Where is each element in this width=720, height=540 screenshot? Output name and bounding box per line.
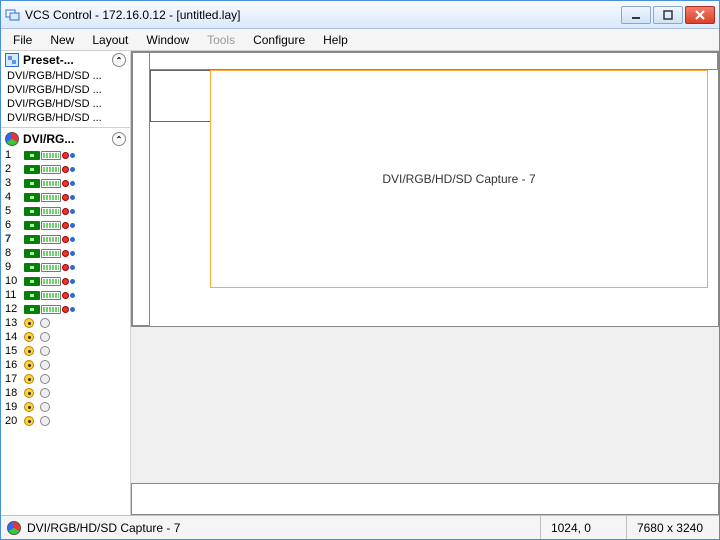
input-row[interactable]: 8 (1, 246, 130, 260)
preset-item[interactable]: DVI/RGB/HD/SD ... (1, 69, 130, 83)
status-coords: 1024, 0 (540, 516, 620, 539)
presets-header[interactable]: Preset-... ⌃ (1, 51, 130, 69)
input-row[interactable]: 17 (1, 372, 130, 386)
titlebar: VCS Control - 172.16.0.12 - [untitled.la… (1, 1, 719, 29)
ruler-horizontal (132, 52, 718, 70)
input-row[interactable]: 1 (1, 148, 130, 162)
dvi-connector-icon (24, 263, 75, 272)
canvas-area[interactable]: DVI/RGB/HD/SD Capture - 7 (131, 51, 719, 515)
dvi-connector-icon (24, 207, 75, 216)
rgb-icon (7, 521, 21, 535)
rca-connector-icon (24, 388, 50, 398)
inputs-header-label: DVI/RG... (23, 132, 108, 146)
input-row[interactable]: 18 (1, 386, 130, 400)
rca-connector-icon (24, 402, 50, 412)
dvi-connector-icon (24, 193, 75, 202)
input-row[interactable]: 3 (1, 176, 130, 190)
rca-connector-icon (24, 318, 50, 328)
chevron-up-icon: ⌃ (112, 132, 126, 146)
dvi-connector-icon (24, 151, 75, 160)
dvi-connector-icon (24, 291, 75, 300)
input-row[interactable]: 5 (1, 204, 130, 218)
input-row[interactable]: 2 (1, 162, 130, 176)
dvi-connector-icon (24, 277, 75, 286)
rgb-icon (5, 132, 19, 146)
input-row-selected[interactable]: 7 (1, 232, 130, 246)
capture-window[interactable]: DVI/RGB/HD/SD Capture - 7 (210, 70, 708, 288)
menu-file[interactable]: File (5, 31, 40, 49)
rca-connector-icon (24, 360, 50, 370)
window-title: VCS Control - 172.16.0.12 - [untitled.la… (25, 8, 621, 22)
dvi-connector-icon (24, 221, 75, 230)
menu-help[interactable]: Help (315, 31, 356, 49)
rca-connector-icon (24, 374, 50, 384)
input-row[interactable]: 15 (1, 344, 130, 358)
menu-layout[interactable]: Layout (84, 31, 136, 49)
dvi-connector-icon (24, 249, 75, 258)
app-icon (5, 7, 21, 23)
input-row[interactable]: 9 (1, 260, 130, 274)
input-row[interactable]: 4 (1, 190, 130, 204)
dvi-connector-icon (24, 235, 75, 244)
status-resolution: 7680 x 3240 (626, 516, 713, 539)
window-buttons (621, 6, 715, 24)
layout-stage[interactable]: DVI/RGB/HD/SD Capture - 7 (131, 51, 719, 327)
menu-configure[interactable]: Configure (245, 31, 313, 49)
rca-connector-icon (24, 332, 50, 342)
preset-item[interactable]: DVI/RGB/HD/SD ... (1, 97, 130, 111)
layout-icon (5, 53, 19, 67)
input-row[interactable]: 13 (1, 316, 130, 330)
presets-header-label: Preset-... (23, 53, 108, 67)
rca-connector-icon (24, 416, 50, 426)
input-row[interactable]: 16 (1, 358, 130, 372)
minimize-button[interactable] (621, 6, 651, 24)
inputs-header[interactable]: DVI/RG... ⌃ (1, 130, 130, 148)
close-button[interactable] (685, 6, 715, 24)
statusbar: DVI/RGB/HD/SD Capture - 7 1024, 0 7680 x… (1, 515, 719, 539)
chevron-up-icon: ⌃ (112, 53, 126, 67)
preset-item[interactable]: DVI/RGB/HD/SD ... (1, 83, 130, 97)
menu-new[interactable]: New (42, 31, 82, 49)
menu-window[interactable]: Window (138, 31, 197, 49)
input-row[interactable]: 19 (1, 400, 130, 414)
status-current: DVI/RGB/HD/SD Capture - 7 (27, 521, 180, 535)
dvi-connector-icon (24, 179, 75, 188)
capture-window-label: DVI/RGB/HD/SD Capture - 7 (382, 172, 535, 186)
preset-list: DVI/RGB/HD/SD ... DVI/RGB/HD/SD ... DVI/… (1, 69, 130, 125)
preview-bar (131, 483, 719, 515)
preset-item[interactable]: DVI/RGB/HD/SD ... (1, 111, 130, 125)
input-row[interactable]: 20 (1, 414, 130, 428)
input-row[interactable]: 11 (1, 288, 130, 302)
rca-connector-icon (24, 346, 50, 356)
menu-tools: Tools (199, 31, 243, 49)
input-row[interactable]: 12 (1, 302, 130, 316)
sidebar: Preset-... ⌃ DVI/RGB/HD/SD ... DVI/RGB/H… (1, 51, 131, 515)
input-row[interactable]: 6 (1, 218, 130, 232)
input-row[interactable]: 14 (1, 330, 130, 344)
menubar: File New Layout Window Tools Configure H… (1, 29, 719, 51)
dvi-connector-icon (24, 165, 75, 174)
divider (1, 127, 130, 128)
input-row[interactable]: 10 (1, 274, 130, 288)
ruler-vertical (132, 52, 150, 326)
app-window: VCS Control - 172.16.0.12 - [untitled.la… (0, 0, 720, 540)
dvi-connector-icon (24, 305, 75, 314)
inputs-list: 1 2 3 4 5 6 7 8 9 10 11 12 13 14 15 16 1… (1, 148, 130, 428)
maximize-button[interactable] (653, 6, 683, 24)
